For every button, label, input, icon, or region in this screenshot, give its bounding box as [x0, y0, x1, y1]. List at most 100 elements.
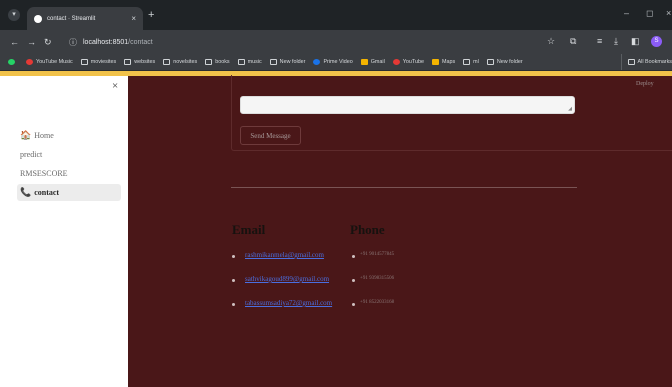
profile-avatar[interactable]: S: [651, 36, 662, 47]
email-heading: Email: [232, 222, 266, 237]
close-window-icon[interactable]: ×: [666, 8, 671, 18]
bookmark-label: Gmail: [370, 59, 385, 65]
bookmark-label: ml: [473, 59, 479, 65]
folder-icon: [463, 59, 471, 65]
list-bullet: [352, 255, 355, 258]
section-divider: [231, 187, 577, 188]
email-link[interactable]: rashmikanmela@gmail.com: [245, 251, 324, 259]
phone-number: +91 9014577845: [360, 252, 395, 257]
whatsapp-icon: [8, 59, 15, 65]
browser-titlebar: ▾ contact · Streamlit × + – ◻ ×: [0, 0, 672, 30]
bookmark-item[interactable]: moviesites: [80, 59, 117, 65]
bookmark-label: websites: [134, 59, 156, 65]
extensions-icon[interactable]: ⧉: [570, 36, 576, 47]
bookmark-label: moviesites: [90, 59, 117, 65]
tab-title: contact · Streamlit: [47, 15, 96, 22]
bookmark-label: novelsites: [173, 59, 198, 65]
bookmark-item[interactable]: Maps: [431, 59, 456, 65]
list-bullet: [232, 279, 235, 282]
email-link[interactable]: sathvikagoud899@gmail.com: [245, 275, 329, 283]
phone-icon: 📞: [20, 187, 32, 197]
home-icon: 🏠: [20, 130, 32, 140]
phone-number: +91 8522033168: [360, 300, 395, 305]
bookmark-item[interactable]: Prime Video: [313, 59, 353, 65]
bookmark-item[interactable]: music: [237, 59, 262, 65]
sidebar-item-rmsescore[interactable]: RMSESCORE: [17, 165, 121, 182]
bookmark-item[interactable]: ml: [463, 59, 479, 65]
sidebar-item-predict[interactable]: predict: [17, 146, 121, 163]
sidebar-item-home[interactable]: 🏠 Home: [17, 127, 121, 144]
browser-tab[interactable]: contact · Streamlit ×: [27, 7, 143, 30]
bookmark-label: New folder: [279, 59, 306, 65]
sidebar-item-label: Home: [34, 131, 54, 140]
back-icon[interactable]: ←: [10, 37, 19, 47]
main-content: Deploy ◢ Send Message Email Phone rashmi…: [128, 75, 672, 387]
youtube-icon: [392, 59, 400, 65]
download-icon[interactable]: ⤓: [614, 36, 618, 47]
sidebar-close-icon[interactable]: ×: [112, 80, 118, 92]
bookmark-item[interactable]: New folder: [486, 59, 523, 65]
folder-icon: [627, 59, 635, 65]
phone-number: +91 9398315506: [360, 276, 395, 281]
list-bullet: [232, 303, 235, 306]
send-message-button[interactable]: Send Message: [240, 126, 301, 145]
bookmark-label: New folder: [496, 59, 523, 65]
list-bullet: [352, 303, 355, 306]
sidebar-item-label: contact: [34, 188, 60, 197]
bookmark-item[interactable]: [8, 59, 18, 65]
maps-icon: [431, 59, 439, 65]
reload-icon[interactable]: ↻: [44, 37, 52, 48]
folder-icon: [205, 59, 213, 65]
resize-handle-icon[interactable]: ◢: [568, 106, 572, 112]
streamlit-favicon-icon: [34, 14, 42, 23]
side-panel-icon[interactable]: ◧: [631, 36, 640, 47]
bookmark-star-icon[interactable]: ☆: [547, 36, 555, 47]
tab-search-icon[interactable]: ▾: [8, 9, 20, 21]
address-bar-row: ← → ↻ ⓘ localhost:8501 /contact ☆ ⧉ ≡ ⤓ …: [0, 30, 672, 54]
bookmark-item[interactable]: websites: [124, 59, 155, 65]
url-path: /contact: [128, 38, 153, 46]
folder-icon: [80, 59, 88, 65]
tab-close-icon[interactable]: ×: [131, 14, 136, 23]
bookmark-label: music: [247, 59, 262, 65]
forward-icon[interactable]: →: [27, 37, 36, 47]
gmail-icon: [360, 59, 368, 65]
message-textarea[interactable]: ◢: [240, 96, 575, 114]
list-bullet: [232, 255, 235, 258]
bookmark-item[interactable]: books: [205, 59, 230, 65]
site-info-icon[interactable]: ⓘ: [69, 37, 77, 48]
url-host: localhost:8501: [83, 38, 129, 46]
minimize-icon[interactable]: –: [624, 8, 629, 18]
bookmark-label: books: [215, 59, 230, 65]
media-icon[interactable]: ≡: [597, 36, 602, 46]
prime-video-icon: [313, 59, 321, 65]
email-link[interactable]: tabassumsadiya72@gmail.com: [245, 299, 332, 307]
restore-icon[interactable]: ◻: [646, 8, 653, 19]
all-bookmarks-label: All Bookmarks: [637, 59, 672, 65]
url-field[interactable]: ⓘ localhost:8501 /contact: [63, 33, 583, 51]
folder-icon: [486, 59, 494, 65]
bookmark-item[interactable]: YouTube Music: [26, 59, 73, 65]
new-tab-icon[interactable]: +: [148, 9, 154, 21]
bookmark-label: Maps: [441, 59, 456, 65]
folder-icon: [237, 59, 245, 65]
bookmark-item[interactable]: YouTube: [392, 59, 424, 65]
list-bullet: [352, 279, 355, 282]
bookmark-label: YouTube: [402, 59, 424, 65]
bookmarks-bar: YouTube Music moviesites websites novelsite…: [0, 54, 672, 71]
bookmark-item[interactable]: novelsites: [163, 59, 197, 65]
sidebar-item-label: predict: [20, 150, 43, 159]
folder-icon: [124, 59, 132, 65]
bookmark-item[interactable]: Gmail: [360, 59, 385, 65]
sidebar: × 🏠 Home predict RMSESCORE 📞 contact: [0, 76, 128, 387]
sidebar-item-label: RMSESCORE: [20, 169, 68, 178]
phone-heading: Phone: [350, 222, 385, 237]
youtube-music-icon: [26, 59, 33, 65]
sidebar-item-contact[interactable]: 📞 contact: [17, 184, 121, 201]
all-bookmarks[interactable]: All Bookmarks: [620, 54, 672, 70]
folder-icon: [269, 59, 277, 65]
contact-form: ◢ Send Message: [231, 75, 672, 151]
bookmark-label: Prime Video: [323, 59, 353, 65]
folder-icon: [163, 59, 171, 65]
bookmark-item[interactable]: New folder: [269, 59, 306, 65]
